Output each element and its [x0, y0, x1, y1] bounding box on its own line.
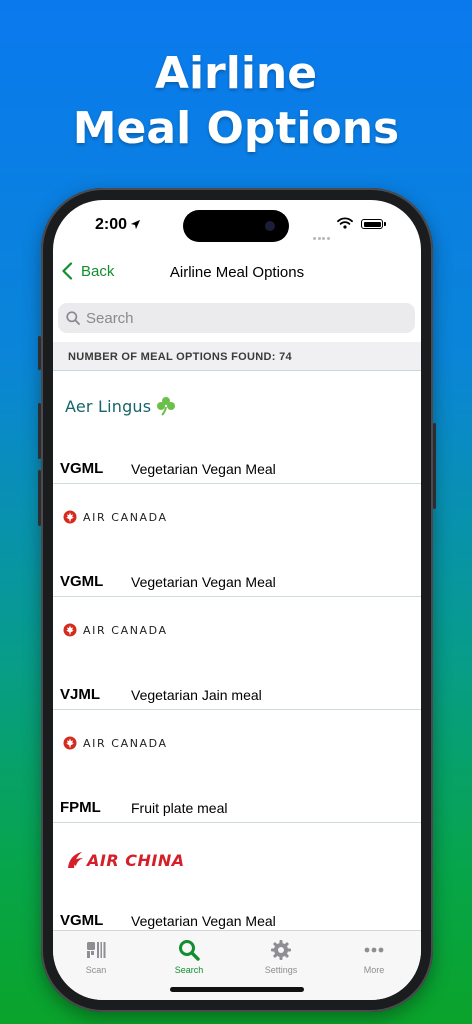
phoenix-icon	[68, 852, 83, 868]
home-indicator[interactable]	[170, 987, 304, 992]
navigation-bar: Back Airline Meal Options	[53, 250, 421, 294]
search-input[interactable]	[86, 309, 386, 327]
meal-code: FPML	[60, 799, 101, 816]
tab-search[interactable]: Search	[159, 939, 219, 975]
gear-icon	[271, 940, 291, 960]
status-time: 2:00	[95, 216, 141, 234]
page-title: Airline Meal Options	[169, 264, 305, 281]
tab-label: More	[363, 965, 385, 975]
action-button	[38, 336, 41, 370]
volume-down-button	[38, 470, 41, 526]
search-bar[interactable]	[58, 303, 415, 333]
meal-description: Vegetarian Vegan Meal	[131, 913, 276, 929]
air-canada-logo: AIR CANADA	[63, 615, 168, 645]
tab-label: Scan	[85, 965, 107, 975]
phone-frame: 2:00 Back Airline Meal Options NUMBER OF	[38, 188, 436, 1012]
promo-headline: Airline Meal Options	[0, 46, 472, 156]
scan-icon	[87, 942, 106, 958]
tab-label: Settings	[264, 965, 298, 975]
meal-description: Vegetarian Vegan Meal	[131, 461, 276, 477]
tab-label: Search	[174, 965, 204, 975]
headline-line-1: Airline	[154, 48, 318, 99]
tab-scan[interactable]: Scan	[66, 939, 126, 975]
meal-code: VGML	[60, 912, 104, 929]
meal-options-list: Aer Lingus VGML Vegetarian Vegan Meal AI…	[53, 371, 421, 936]
meal-description: Vegetarian Jain meal	[131, 687, 262, 703]
volume-up-button	[38, 403, 41, 459]
power-button	[433, 423, 436, 509]
maple-leaf-icon	[63, 510, 77, 524]
dynamic-island	[183, 210, 289, 242]
list-item[interactable]: AIR CANADA VJML Vegetarian Jain meal	[53, 597, 421, 710]
list-item[interactable]: AIR CANADA VGML Vegetarian Vegan Meal	[53, 484, 421, 597]
more-icon	[364, 947, 384, 953]
battery-icon	[361, 219, 386, 229]
camera-icon	[265, 221, 275, 231]
maple-leaf-icon	[63, 736, 77, 750]
location-arrow-icon	[130, 219, 141, 230]
status-bar: 2:00	[53, 200, 421, 250]
meal-code: VJML	[60, 686, 101, 703]
headline-line-2: Meal Options	[72, 103, 400, 154]
air-canada-logo: AIR CANADA	[63, 728, 168, 758]
results-count-header: NUMBER OF MEAL OPTIONS FOUND: 74	[53, 342, 421, 371]
air-canada-logo: AIR CANADA	[63, 502, 168, 532]
results-count-label: NUMBER OF MEAL OPTIONS FOUND: 74	[68, 351, 292, 363]
meal-code: VGML	[60, 573, 104, 590]
list-item[interactable]: AIR CHINA VGML Vegetarian Vegan Meal	[53, 823, 421, 936]
maple-leaf-icon	[63, 623, 77, 637]
tab-more[interactable]: More	[344, 939, 404, 975]
tab-settings[interactable]: Settings	[251, 939, 311, 975]
aer-lingus-logo: Aer Lingus	[65, 391, 177, 421]
shamrock-icon	[157, 397, 176, 416]
search-icon	[66, 311, 80, 325]
air-china-logo: AIR CHINA	[65, 845, 185, 875]
cellular-signal-icon	[313, 227, 331, 245]
search-icon	[179, 940, 200, 961]
meal-description: Vegetarian Vegan Meal	[131, 574, 276, 590]
meal-description: Fruit plate meal	[131, 800, 228, 816]
list-item[interactable]: AIR CANADA FPML Fruit plate meal	[53, 710, 421, 823]
wifi-icon	[337, 217, 353, 229]
phone-screen: 2:00 Back Airline Meal Options NUMBER OF	[53, 200, 421, 1000]
list-item[interactable]: Aer Lingus VGML Vegetarian Vegan Meal	[53, 371, 421, 484]
meal-code: VGML	[60, 460, 104, 477]
